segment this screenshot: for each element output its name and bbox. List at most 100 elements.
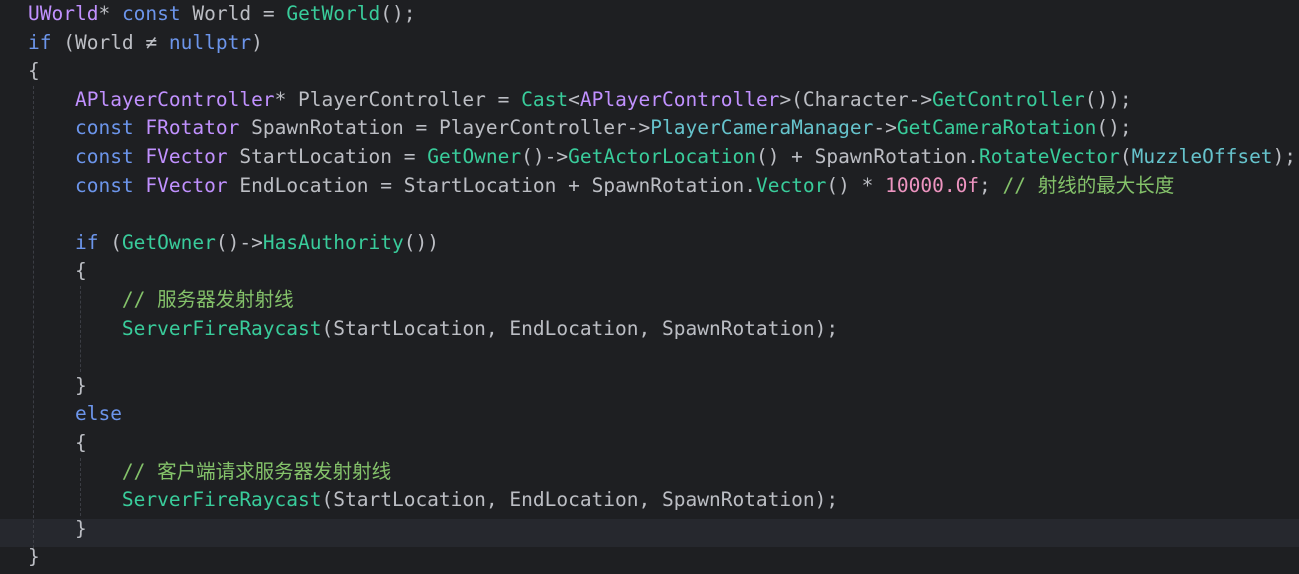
code-token: ()) — [403, 230, 439, 254]
code-token: nullptr — [168, 30, 252, 54]
code-token: if — [28, 30, 52, 54]
code-token: ()-> — [521, 144, 569, 168]
code-token: const — [74, 144, 134, 168]
code-token: (); — [1096, 116, 1132, 140]
code-token: ( — [1119, 144, 1132, 168]
code-line[interactable]: // 服务器发射射线 — [28, 286, 1296, 315]
code-token: GetCameraRotation — [896, 116, 1097, 140]
code-token: Vector — [755, 173, 827, 197]
code-token: GetWorld — [286, 2, 381, 25]
code-token: >( — [779, 87, 803, 111]
code-token: = — [251, 2, 287, 25]
code-token: Character — [802, 87, 909, 111]
code-token: SpawnRotation — [251, 116, 404, 140]
code-token: PlayerController — [298, 87, 486, 111]
code-token: EndLocation — [239, 173, 369, 197]
code-line[interactable]: { — [28, 429, 1296, 458]
code-token: FVector — [145, 173, 228, 197]
code-token: { — [28, 59, 40, 83]
code-token: 10000.0f — [885, 173, 980, 197]
code-line[interactable]: } — [28, 372, 1296, 401]
code-token: ServerFireRaycast — [121, 316, 322, 340]
code-token: StartLocation — [403, 173, 557, 197]
code-token: , — [485, 488, 510, 512]
code-line[interactable]: } — [28, 515, 1296, 544]
code-line[interactable] — [28, 200, 1296, 229]
code-line[interactable]: if (GetOwner()->HasAuthority()) — [28, 229, 1296, 258]
code-token: < — [568, 87, 580, 111]
code-token: ( — [51, 30, 75, 54]
code-token: ); — [1272, 144, 1297, 168]
code-token: ( — [98, 230, 122, 254]
code-token: if — [74, 230, 99, 254]
code-token: = — [391, 144, 428, 168]
code-token: SpawnRotation — [814, 144, 968, 168]
code-token: { — [28, 259, 87, 283]
code-token: Cast — [521, 87, 569, 111]
code-token: ); — [814, 316, 839, 340]
code-token: PlayerController — [438, 116, 627, 140]
code-token: -> — [626, 116, 651, 140]
code-token: FVector — [145, 144, 228, 168]
code-token: const — [121, 2, 181, 25]
code-token: ()); — [1084, 87, 1132, 111]
code-token: GetOwner — [427, 144, 522, 168]
code-token: // 客户端请求服务器发射射线 — [121, 459, 392, 483]
code-token: * — [98, 2, 122, 25]
code-token: ); — [814, 488, 839, 512]
code-line[interactable]: UWorld* const World = GetWorld(); — [28, 0, 1296, 29]
code-text[interactable]: UWorld* const World = GetWorld(); if (Wor… — [28, 0, 1296, 572]
code-token: else — [74, 402, 122, 426]
code-line[interactable]: { — [28, 257, 1296, 286]
code-token: APlayerController — [579, 87, 780, 111]
code-token: UWorld — [28, 2, 99, 25]
code-token: EndLocation — [509, 316, 639, 340]
code-line[interactable] — [28, 343, 1296, 372]
code-token: } — [28, 545, 40, 569]
code-line[interactable]: // 客户端请求服务器发射射线 — [28, 458, 1296, 487]
code-token: StartLocation — [333, 488, 486, 512]
code-token: ( — [321, 316, 334, 340]
code-token: () * — [826, 173, 886, 197]
code-line[interactable]: const FVector EndLocation = StartLocatio… — [28, 172, 1296, 201]
code-token: -> — [873, 116, 897, 140]
code-token: MuzzleOffset — [1131, 144, 1273, 168]
code-line[interactable]: if (World ≠ nullptr) — [28, 29, 1296, 58]
code-token: * — [274, 87, 299, 111]
code-line[interactable]: const FRotator SpawnRotation = PlayerCon… — [28, 114, 1296, 143]
code-token: SpawnRotation — [662, 488, 815, 512]
code-line[interactable]: else — [28, 400, 1296, 429]
code-token: ( — [321, 488, 334, 512]
code-token: // 服务器发射射线 — [121, 287, 294, 311]
code-token: PlayerCameraManager — [650, 116, 874, 140]
code-token: ) — [251, 30, 263, 54]
code-line[interactable]: } — [28, 543, 1296, 572]
code-token: . — [744, 173, 756, 197]
code-line[interactable]: { — [28, 57, 1296, 86]
code-token: } — [28, 516, 87, 540]
code-token: const — [74, 116, 134, 140]
code-line[interactable]: APlayerController* PlayerController = Ca… — [28, 86, 1296, 115]
code-token: , — [638, 316, 662, 340]
code-token: (); — [380, 2, 416, 25]
code-token: FRotator — [145, 116, 240, 140]
code-token: SpawnRotation — [591, 173, 745, 197]
code-token: } — [28, 373, 87, 397]
code-line[interactable]: ServerFireRaycast(StartLocation, EndLoca… — [28, 315, 1296, 344]
code-editor[interactable]: UWorld* const World = GetWorld(); if (Wor… — [0, 0, 1299, 574]
code-line[interactable]: ServerFireRaycast(StartLocation, EndLoca… — [28, 486, 1296, 515]
code-token: = — [403, 116, 439, 140]
code-line[interactable]: const FVector StartLocation = GetOwner()… — [28, 143, 1296, 172]
